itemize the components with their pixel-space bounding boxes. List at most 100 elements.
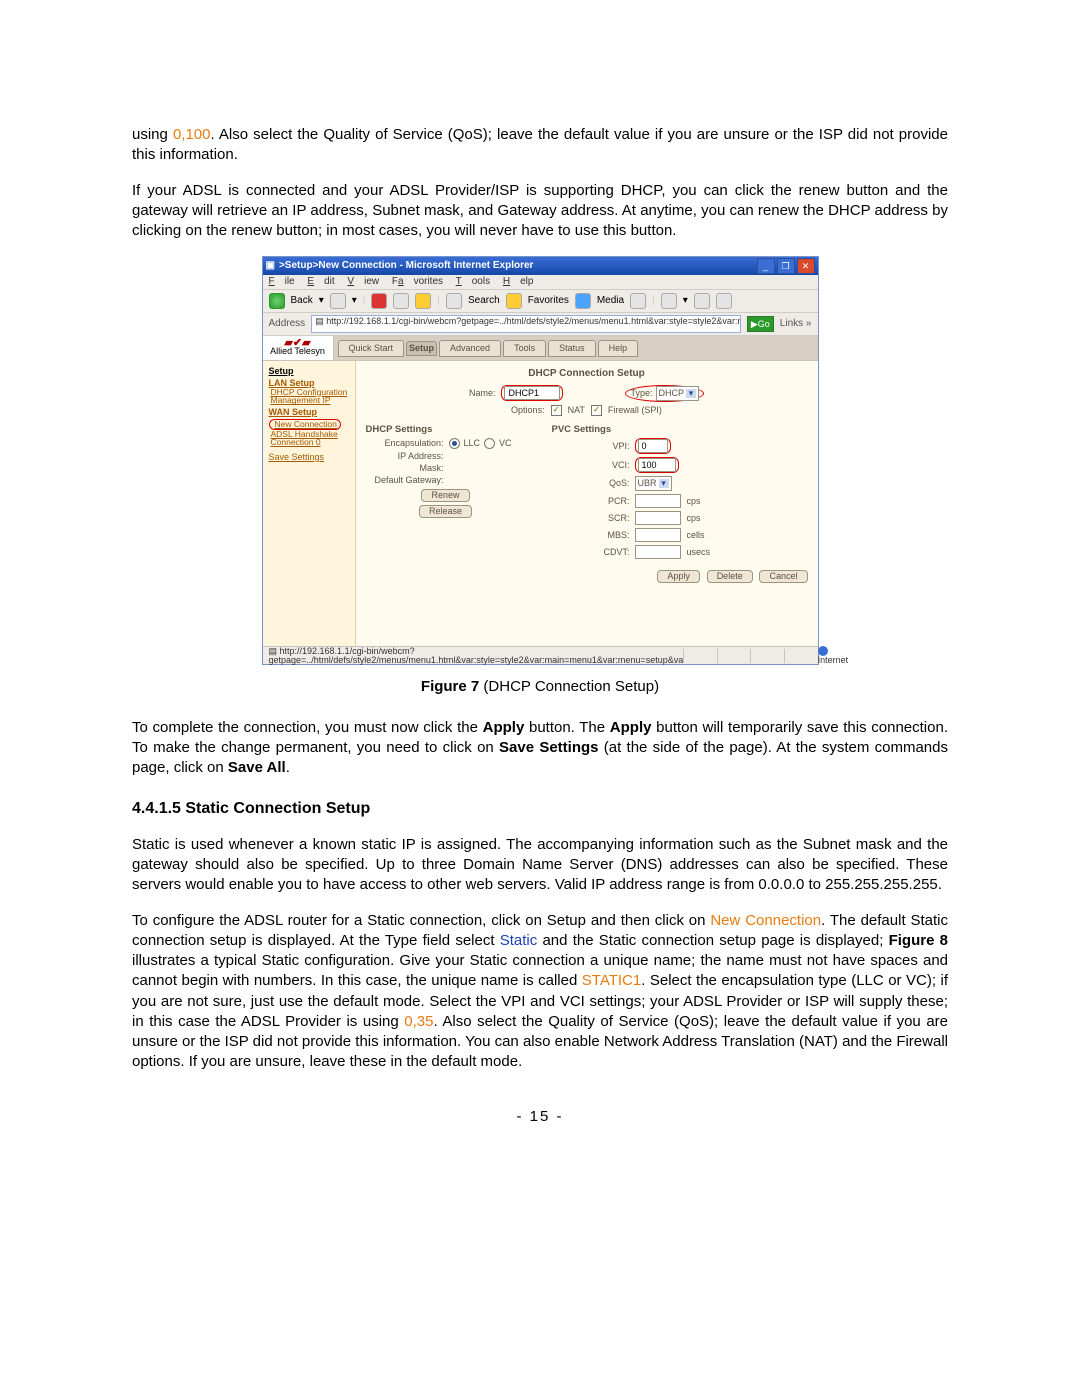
print-icon[interactable]: [694, 293, 710, 309]
section-heading: 4.4.1.5 Static Connection Setup: [132, 798, 948, 820]
delete-button[interactable]: Delete: [707, 570, 753, 583]
nat-checkbox[interactable]: ✓: [551, 405, 562, 416]
encap-vc-label: VC: [499, 439, 512, 448]
encap-vc-radio[interactable]: [484, 438, 495, 449]
media-icon[interactable]: [575, 293, 591, 309]
sidebar: Setup LAN Setup DHCP Configuration Manag…: [263, 361, 356, 646]
pcr-label: PCR:: [552, 497, 630, 506]
brand-logo: ▰✔▰ Allied Telesyn: [263, 336, 334, 361]
tab-advanced[interactable]: Advanced: [439, 340, 501, 357]
paragraph-5: To configure the ADSL router for a Stati…: [132, 911, 948, 1073]
menu-edit[interactable]: Edit: [307, 276, 334, 287]
scr-label: SCR:: [552, 514, 630, 523]
vpi-label: VPI:: [552, 442, 630, 451]
mail-icon[interactable]: [661, 293, 677, 309]
paragraph-4: Static is used whenever a known static I…: [132, 835, 948, 896]
address-label: Address: [269, 319, 306, 329]
back-label[interactable]: Back: [291, 296, 313, 306]
mask-label: Mask:: [366, 464, 444, 473]
status-left: ▤ http://192.168.1.1/cgi-bin/webcm?getpa…: [269, 647, 684, 665]
page-icon: ▤: [315, 316, 324, 326]
vci-label: VCI:: [552, 461, 630, 470]
media-label[interactable]: Media: [597, 296, 624, 306]
vci-input[interactable]: [638, 458, 676, 472]
panel-title: DHCP Connection Setup: [366, 367, 808, 379]
back-icon[interactable]: [269, 293, 285, 309]
menu-tools[interactable]: Tools: [456, 276, 490, 287]
sidebar-wan-setup[interactable]: WAN Setup: [269, 408, 349, 417]
sidebar-new-connection[interactable]: New Connection: [275, 419, 337, 429]
edit-icon[interactable]: [716, 293, 732, 309]
search-icon[interactable]: [446, 293, 462, 309]
screenshot-window: ▣ >Setup>New Connection - Microsoft Inter…: [262, 256, 819, 665]
scr-unit: cps: [687, 514, 701, 523]
tab-status[interactable]: Status: [548, 340, 596, 357]
sidebar-management-ip[interactable]: Management IP: [271, 396, 349, 405]
tab-help[interactable]: Help: [598, 340, 639, 357]
stop-icon[interactable]: [371, 293, 387, 309]
mbs-unit: cells: [687, 531, 705, 540]
name-highlight: [501, 385, 563, 401]
tab-quick-start[interactable]: Quick Start: [338, 340, 405, 357]
tabs-row: Quick Start Setup Advanced Tools Status …: [334, 336, 818, 361]
tab-setup[interactable]: Setup: [406, 341, 437, 356]
status-zone: Internet: [818, 655, 849, 665]
dhcp-settings-header: DHCP Settings: [366, 425, 526, 435]
vpi-vci-0-100: 0,100: [173, 126, 211, 143]
encap-llc-radio[interactable]: [449, 438, 460, 449]
window-title: >Setup>New Connection - Microsoft Intern…: [279, 261, 533, 271]
address-input[interactable]: ▤ http://192.168.1.1/cgi-bin/webcm?getpa…: [311, 315, 741, 333]
cdvt-label: CDVT:: [552, 548, 630, 557]
renew-button[interactable]: Renew: [421, 489, 469, 502]
ie-toolbar: Back▾ ▾ | | Search Favorites Media | ▾: [263, 289, 818, 313]
sidebar-save-settings[interactable]: Save Settings: [269, 453, 349, 462]
apply-button[interactable]: Apply: [657, 570, 700, 583]
window-close-button[interactable]: ✕: [797, 258, 815, 274]
menu-view[interactable]: View: [347, 276, 379, 287]
scr-input[interactable]: [635, 511, 681, 525]
pvc-settings-header: PVC Settings: [552, 425, 712, 435]
encap-label: Encapsulation:: [366, 439, 444, 448]
menu-favorites[interactable]: Favorites: [392, 276, 443, 287]
qos-select[interactable]: UBR▾: [635, 476, 672, 491]
firewall-checkbox[interactable]: ✓: [591, 405, 602, 416]
nat-label: NAT: [568, 406, 585, 415]
paragraph-3: To complete the connection, you must now…: [132, 718, 948, 779]
paragraph-2: If your ADSL is connected and your ADSL …: [132, 181, 948, 242]
mbs-label: MBS:: [552, 531, 630, 540]
name-input[interactable]: [504, 386, 560, 400]
address-value: http://192.168.1.1/cgi-bin/webcm?getpage…: [326, 316, 741, 326]
refresh-icon[interactable]: [393, 293, 409, 309]
cancel-button[interactable]: Cancel: [759, 570, 807, 583]
tab-tools[interactable]: Tools: [503, 340, 546, 357]
forward-icon[interactable]: [330, 293, 346, 309]
menu-help[interactable]: Help: [503, 276, 534, 287]
ie-menubar: File Edit View Favorites Tools Help: [263, 275, 818, 289]
encap-llc-label: LLC: [464, 439, 481, 448]
main-panel: DHCP Connection Setup Name: Type: DHCP▾ …: [356, 361, 818, 646]
ie-icon: ▣: [266, 261, 275, 271]
gateway-label: Default Gateway:: [366, 476, 444, 485]
history-icon[interactable]: [630, 293, 646, 309]
mbs-input[interactable]: [635, 528, 681, 542]
window-maximize-button[interactable]: ❐: [777, 258, 795, 274]
name-label: Name:: [469, 389, 496, 398]
type-select[interactable]: DHCP▾: [656, 386, 700, 401]
window-minimize-button[interactable]: _: [757, 258, 775, 274]
ie-statusbar: ▤ http://192.168.1.1/cgi-bin/webcm?getpa…: [263, 646, 818, 664]
favorites-icon[interactable]: [506, 293, 522, 309]
favorites-label[interactable]: Favorites: [528, 296, 569, 306]
home-icon[interactable]: [415, 293, 431, 309]
cdvt-input[interactable]: [635, 545, 681, 559]
vpi-input[interactable]: [638, 439, 668, 453]
paragraph-1: using 0,100. Also select the Quality of …: [132, 125, 948, 166]
sidebar-connection-0[interactable]: Connection 0: [271, 438, 349, 447]
pcr-input[interactable]: [635, 494, 681, 508]
go-button[interactable]: ▶ Go: [747, 316, 774, 332]
cdvt-unit: usecs: [687, 548, 711, 557]
firewall-label: Firewall (SPI): [608, 406, 662, 415]
search-label[interactable]: Search: [468, 296, 500, 306]
release-button[interactable]: Release: [419, 505, 472, 518]
menu-file[interactable]: File: [269, 276, 295, 287]
links-label[interactable]: Links »: [780, 319, 812, 329]
